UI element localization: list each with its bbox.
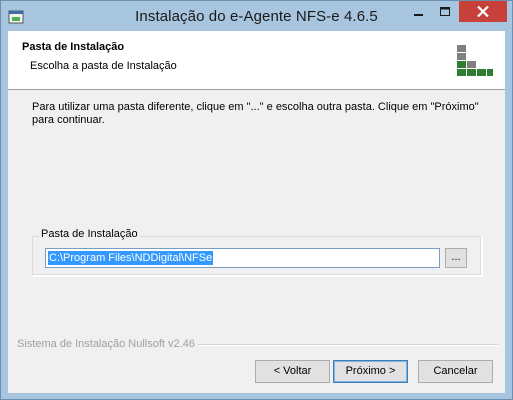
page-subtitle: Escolha a pasta de Instalação: [30, 60, 177, 72]
maximize-button[interactable]: [432, 1, 459, 22]
footer-separator: [198, 344, 498, 346]
page-header: Pasta de Instalação Escolha a pasta de I…: [8, 31, 505, 90]
page-title: Pasta de Instalação: [22, 41, 125, 53]
cancel-button[interactable]: Cancelar: [418, 360, 493, 383]
title-bar[interactable]: Instalação do e-Agente NFS-e 4.6.5: [1, 1, 512, 31]
branding-text: Sistema de Instalação Nullsoft v2.46: [17, 338, 195, 350]
installer-body: Pasta de Instalação Escolha a pasta de I…: [8, 31, 505, 393]
close-icon: [477, 6, 489, 17]
minimize-icon: [413, 13, 423, 16]
install-folder-label: Pasta de Instalação: [39, 228, 140, 240]
installer-window: Instalação do e-Agente NFS-e 4.6.5 Pasta…: [0, 0, 513, 400]
back-button[interactable]: < Voltar: [255, 360, 330, 383]
next-button[interactable]: Próximo >: [333, 360, 408, 383]
close-button[interactable]: [459, 1, 507, 22]
install-folder-input[interactable]: C:\Program Files\NDDigital\NFSe: [45, 248, 440, 268]
install-folder-value: C:\Program Files\NDDigital\NFSe: [48, 251, 214, 265]
instructions-text: Para utilizar uma pasta diferente, cliqu…: [32, 101, 479, 126]
install-folder-group: Pasta de Instalação C:\Program Files\NDD…: [32, 228, 482, 276]
browse-button[interactable]: ...: [445, 248, 467, 268]
minimize-button[interactable]: [405, 1, 432, 22]
maximize-icon: [440, 6, 450, 16]
installer-logo-icon: [457, 45, 493, 76]
